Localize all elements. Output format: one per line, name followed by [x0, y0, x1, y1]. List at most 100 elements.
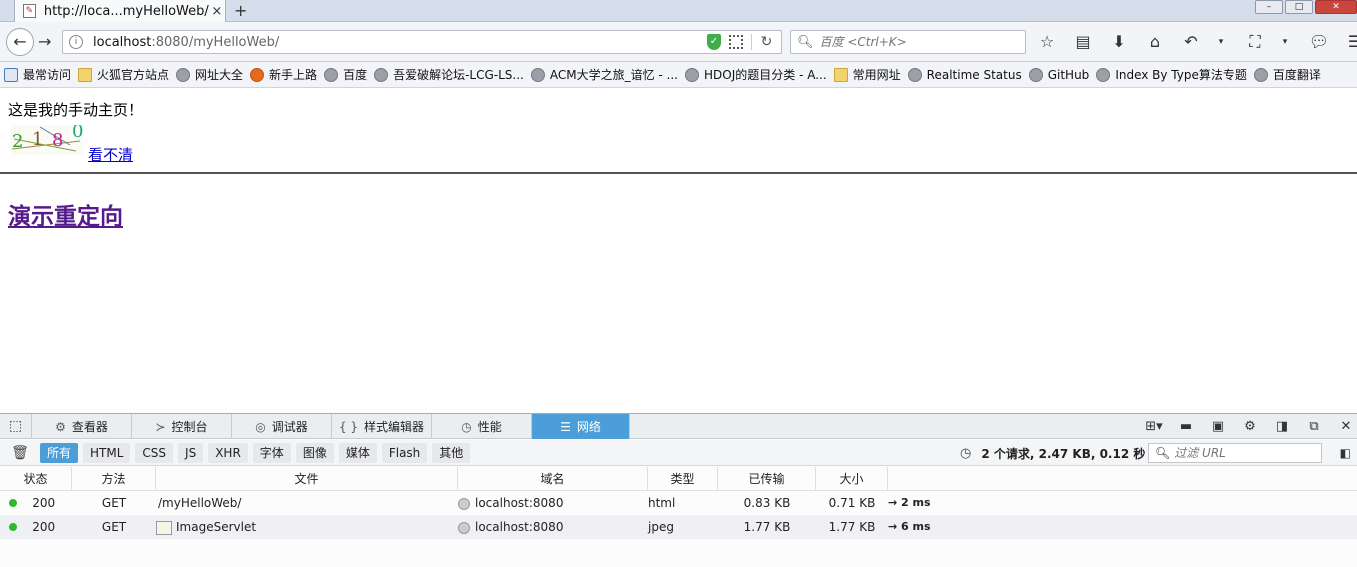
filter-media[interactable]: 媒体: [338, 442, 377, 463]
chat-icon[interactable]: 💬︎: [1308, 32, 1330, 52]
bookmark-item[interactable]: 网址大全: [176, 66, 243, 83]
responsive-icon[interactable]: ▣: [1207, 419, 1229, 434]
toolbar-icons: ☆ ▤ ⬇ ⌂ ↶ ▾ ⛶ ▾ 💬︎ ☰: [1036, 32, 1357, 52]
layout-icon[interactable]: ⊞▾: [1143, 419, 1165, 434]
download-icon[interactable]: ⬇: [1108, 32, 1130, 52]
filter-all[interactable]: 所有: [40, 442, 79, 463]
filter-url-box[interactable]: 🔍︎: [1148, 443, 1322, 463]
clear-trash-icon[interactable]: 🗑︎: [0, 445, 40, 461]
element-picker-icon[interactable]: ⬚: [0, 414, 32, 439]
tab-style-editor[interactable]: { } 样式编辑器: [332, 414, 432, 439]
redirect-demo-link[interactable]: 演示重定向: [8, 197, 123, 231]
bookmark-item[interactable]: HDOJ的题目分类 - A...: [685, 66, 827, 83]
chevron-down-icon[interactable]: ▾: [1216, 32, 1226, 52]
file-name: ImageServlet: [176, 520, 257, 534]
domain-cell: localhost:8080: [458, 491, 648, 515]
dock-side-icon[interactable]: ◨: [1271, 419, 1293, 434]
filter-html[interactable]: HTML: [83, 442, 131, 463]
reading-list-icon[interactable]: ▤: [1072, 32, 1094, 52]
filter-css[interactable]: CSS: [135, 442, 174, 463]
tab-close-icon[interactable]: ×: [209, 4, 225, 19]
filter-fonts[interactable]: 字体: [252, 442, 291, 463]
file-cell: ImageServlet: [156, 515, 458, 539]
filter-flash[interactable]: Flash: [381, 442, 428, 463]
timing-cell: → 6 ms: [888, 520, 931, 533]
bookmark-label: GitHub: [1047, 67, 1090, 82]
filter-xhr[interactable]: XHR: [208, 442, 248, 463]
undo-icon[interactable]: ↶: [1180, 32, 1202, 52]
filter-other[interactable]: 其他: [432, 442, 471, 463]
column-header-method[interactable]: 方法: [72, 466, 156, 491]
back-button[interactable]: ←: [6, 28, 34, 56]
status-ok-icon: [9, 523, 17, 531]
close-devtools-icon[interactable]: ✕: [1335, 419, 1357, 434]
bookmark-label: Index By Type算法专题: [1115, 68, 1247, 82]
home-icon[interactable]: ⌂: [1144, 32, 1166, 52]
devtools-controls: ⊞▾ ▬ ▣ ⚙ ◨ ⧉ ✕: [1133, 414, 1357, 439]
inspector-icon: ⚙: [55, 419, 66, 434]
chevron-down-icon[interactable]: ▾: [1280, 32, 1290, 52]
column-header-domain[interactable]: 域名: [458, 466, 648, 491]
bookmark-label: 百度翻译: [1272, 68, 1321, 82]
bookmark-item[interactable]: 百度: [324, 66, 367, 83]
close-window-icon[interactable]: ✕: [1315, 0, 1357, 14]
size-cell: 0.71 KB: [828, 496, 876, 510]
forward-button[interactable]: →: [38, 32, 51, 51]
maximize-icon[interactable]: □: [1285, 0, 1313, 14]
bookmark-item[interactable]: 常用网址: [833, 66, 901, 83]
filter-images[interactable]: 图像: [295, 442, 334, 463]
bookmark-label: 常用网址: [852, 68, 901, 82]
divider: [0, 172, 1357, 174]
tab-inspector[interactable]: ⚙ 查看器: [32, 414, 132, 439]
bookmark-item[interactable]: 新手上路: [250, 66, 317, 83]
browser-tab[interactable]: ✎ http://loca...myHelloWeb/ ×: [14, 0, 226, 22]
bookmark-label: HDOJ的题目分类 - A...: [704, 68, 827, 82]
search-input[interactable]: [819, 35, 1020, 49]
undock-icon[interactable]: ⧉: [1303, 419, 1325, 434]
settings-gear-icon[interactable]: ⚙: [1239, 419, 1261, 434]
bookmark-star-icon[interactable]: ☆: [1036, 32, 1058, 52]
new-tab-button[interactable]: +: [234, 1, 247, 20]
filter-url-input[interactable]: [1174, 446, 1315, 460]
performance-icon: ◷: [461, 419, 472, 434]
bookmark-item[interactable]: 吾爱破解论坛-LCG-LS...: [374, 66, 524, 83]
refresh-captcha-link[interactable]: 看不清: [88, 144, 133, 165]
bookmark-item[interactable]: 百度翻译: [1253, 66, 1321, 83]
toggle-sidebar-icon[interactable]: ◧: [1340, 446, 1351, 460]
column-header-type[interactable]: 类型: [648, 466, 718, 491]
column-header-file[interactable]: 文件: [156, 466, 458, 491]
screenshot-icon[interactable]: ⛶: [1244, 32, 1266, 52]
reload-icon[interactable]: ↻: [751, 34, 781, 50]
column-header-size[interactable]: 大小: [816, 466, 888, 491]
column-header-transferred[interactable]: 已传输: [718, 466, 816, 491]
url-text[interactable]: localhost:8080/myHelloWeb/: [93, 35, 707, 50]
captcha-char: 1: [32, 129, 44, 150]
bookmark-item[interactable]: GitHub: [1028, 67, 1090, 82]
bookmark-item[interactable]: 最常访问: [4, 66, 71, 83]
site-info-icon[interactable]: i: [69, 35, 83, 49]
tab-performance[interactable]: ◷ 性能: [432, 414, 532, 439]
column-header-status[interactable]: 状态: [0, 466, 72, 491]
globe-icon: [458, 521, 470, 534]
tab-debugger[interactable]: ◎ 调试器: [232, 414, 332, 439]
bookmark-item[interactable]: ACM大学之旅_谙忆 - ...: [530, 66, 678, 83]
split-console-icon[interactable]: ▬: [1175, 419, 1197, 434]
tab-console[interactable]: ≻ 控制台: [132, 414, 232, 439]
bookmark-item[interactable]: Index By Type算法专题: [1096, 66, 1247, 83]
search-bar[interactable]: 🔍︎: [790, 30, 1026, 54]
status-cell: 200: [0, 515, 72, 539]
tab-network[interactable]: ☰ 网络: [532, 414, 630, 439]
bookmark-item[interactable]: 火狐官方站点: [78, 66, 169, 83]
network-icon: ☰: [560, 419, 571, 434]
shield-icon[interactable]: ✓: [707, 34, 721, 50]
minimize-icon[interactable]: –: [1255, 0, 1283, 14]
menu-icon[interactable]: ☰: [1344, 32, 1357, 52]
filter-js[interactable]: JS: [178, 442, 204, 463]
qr-code-icon[interactable]: [729, 35, 743, 49]
table-row[interactable]: 200 GET /myHelloWeb/ localhost:8080 html…: [0, 491, 1357, 515]
table-row[interactable]: 200 GET ImageServlet localhost:8080 jpeg…: [0, 515, 1357, 539]
bookmark-item[interactable]: Realtime Status: [907, 67, 1022, 82]
url-bar[interactable]: i localhost:8080/myHelloWeb/ ✓ ↻: [62, 30, 782, 54]
column-header-timeline[interactable]: [888, 467, 1357, 491]
status-code: 200: [32, 496, 56, 510]
